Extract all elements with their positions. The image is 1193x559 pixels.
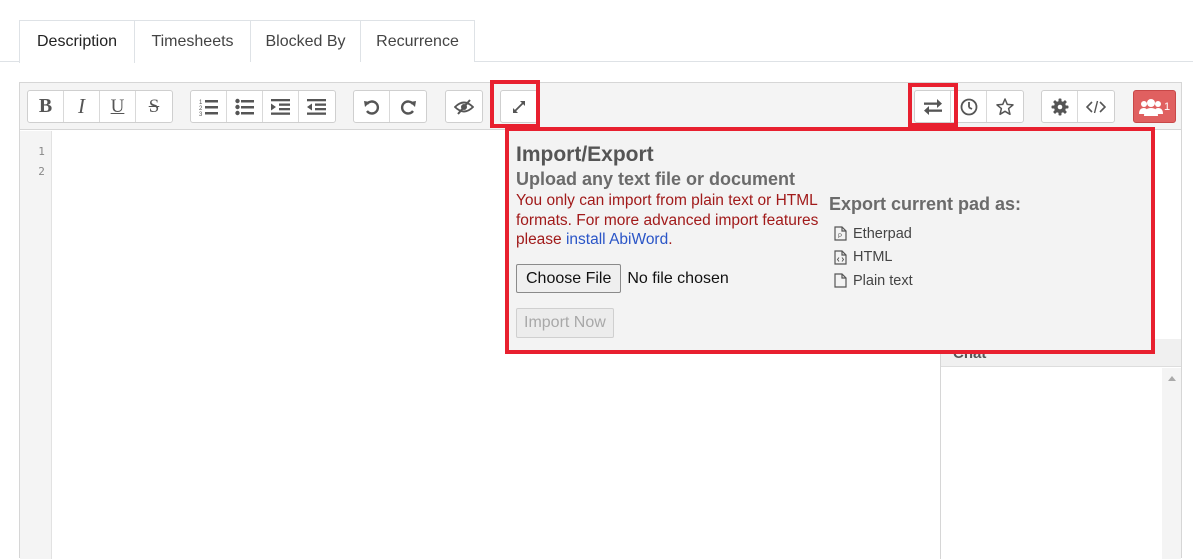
users-button[interactable]: 1 <box>1133 90 1176 123</box>
unordered-list-button[interactable] <box>227 91 263 122</box>
import-export-button[interactable] <box>915 91 951 122</box>
choose-file-button[interactable]: Choose File <box>516 264 622 293</box>
strikethrough-button[interactable]: S <box>136 91 172 122</box>
redo-icon <box>401 99 416 115</box>
italic-button[interactable]: I <box>64 91 100 122</box>
settings-icon <box>1051 98 1068 115</box>
timeslider-icon <box>960 98 977 115</box>
user-count-badge: 1 <box>1163 100 1171 113</box>
chat-panel: Chat <box>940 339 1181 559</box>
import-now-button[interactable]: Import Now <box>516 308 614 338</box>
right-button-group <box>914 90 1024 123</box>
tab-timesheets[interactable]: Timesheets <box>134 20 251 62</box>
clear-authorship-button[interactable] <box>446 91 482 122</box>
outdent-button[interactable] <box>299 91 335 122</box>
underline-button[interactable]: U <box>100 91 136 122</box>
import-export-icon <box>923 98 942 115</box>
ordered-list-icon: 123 <box>199 99 218 116</box>
tab-blocked-by[interactable]: Blocked By <box>250 20 361 62</box>
export-plain-text-link[interactable]: Plain text <box>829 269 1021 293</box>
users-icon <box>1138 98 1163 116</box>
indent-icon <box>270 98 290 115</box>
indent-button[interactable] <box>263 91 299 122</box>
underline-icon: U <box>110 95 125 117</box>
redo-button[interactable] <box>390 91 426 122</box>
bold-button[interactable]: B <box>28 91 64 122</box>
popup-title: Import/Export <box>516 143 654 166</box>
import-warning: You only can import from plain text or H… <box>516 191 826 250</box>
outdent-icon <box>307 98 326 115</box>
chat-scrollbar[interactable] <box>1162 368 1181 559</box>
export-option-label: Etherpad <box>853 225 912 242</box>
svg-text:3: 3 <box>199 112 203 116</box>
strikethrough-icon: S <box>148 95 160 117</box>
fullscreen-button[interactable] <box>501 91 537 122</box>
star-button[interactable] <box>987 91 1023 122</box>
editor-toolbar: B I U S 123 1 <box>20 83 1181 130</box>
etherpad-file-icon: P <box>834 226 847 241</box>
fullscreen-button-group <box>500 90 538 123</box>
settings-button[interactable] <box>1042 91 1078 122</box>
tab-recurrence[interactable]: Recurrence <box>360 20 475 62</box>
line-number-gutter: 1 2 <box>20 131 52 559</box>
star-icon <box>996 97 1014 115</box>
export-option-label: HTML <box>853 249 893 266</box>
text-file-icon <box>834 273 847 288</box>
undo-icon <box>363 99 379 115</box>
svg-text:P: P <box>838 234 842 240</box>
unordered-list-icon <box>234 98 254 115</box>
import-export-popup: Import/Export Upload any text file or do… <box>509 131 1151 350</box>
export-etherpad-link[interactable]: P Etherpad <box>829 222 1021 246</box>
tab-bar: Description Timesheets Blocked By Recurr… <box>0 0 1193 63</box>
embed-button[interactable] <box>1078 91 1114 122</box>
expand-icon <box>513 100 525 113</box>
html-file-icon <box>834 250 847 265</box>
embed-icon <box>1086 100 1106 113</box>
file-input: Choose File No file chosen <box>516 264 729 293</box>
ordered-list-button[interactable]: 123 <box>191 91 227 122</box>
export-html-link[interactable]: HTML <box>829 246 1021 270</box>
import-warning-end: . <box>668 231 673 248</box>
authorship-button-group <box>445 90 483 123</box>
timeslider-button[interactable] <box>951 91 987 122</box>
eye-slash-icon <box>454 98 474 115</box>
tab-description[interactable]: Description <box>19 20 135 63</box>
no-file-chosen-label: No file chosen <box>627 269 729 287</box>
list-button-group: 123 <box>190 90 336 123</box>
export-heading: Export current pad as: <box>829 194 1022 214</box>
settings-button-group <box>1041 90 1115 123</box>
export-option-label: Plain text <box>853 272 913 289</box>
undo-button[interactable] <box>354 91 390 122</box>
export-section: Export current pad as: P Etherpad HTML P… <box>829 194 1021 293</box>
bold-icon: B <box>38 95 53 117</box>
install-abiword-link[interactable]: install AbiWord <box>566 231 668 248</box>
scroll-up-arrow-icon[interactable] <box>1167 376 1176 381</box>
line-number: 2 <box>38 165 45 178</box>
italic-icon: I <box>78 94 85 118</box>
upload-heading: Upload any text file or document <box>516 169 796 189</box>
history-button-group <box>353 90 427 123</box>
line-number: 1 <box>38 145 45 158</box>
format-button-group: B I U S <box>27 90 173 123</box>
